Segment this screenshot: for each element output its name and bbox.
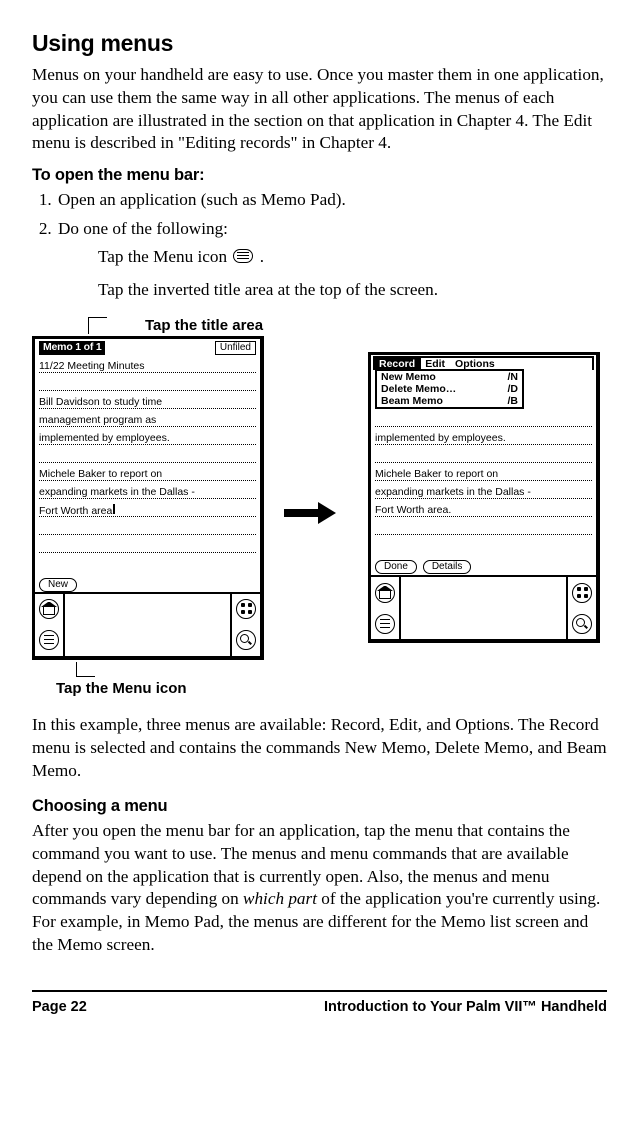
- memo-line[interactable]: [375, 540, 592, 552]
- apps-icon[interactable]: [236, 599, 256, 619]
- memo-line[interactable]: Bill Davidson to study time: [39, 396, 256, 409]
- subhead-choosing-menu: Choosing a menu: [32, 796, 607, 818]
- menu-icon: [233, 249, 253, 263]
- memo-line[interactable]: Fort Worth area: [39, 504, 256, 517]
- memo-line[interactable]: Michele Baker to report on: [39, 468, 256, 481]
- memo-line[interactable]: [375, 522, 592, 535]
- memo-titlebar[interactable]: Memo 1 of 1: [39, 341, 105, 355]
- done-button[interactable]: Done: [375, 560, 417, 574]
- step-2-text: Do one of the following:: [58, 219, 228, 238]
- figure-block: Tap the title area Memo 1 of 1 Unfiled 1…: [32, 316, 607, 699]
- step-1: Open an application (such as Memo Pad).: [56, 189, 607, 212]
- home-icon[interactable]: [375, 583, 395, 603]
- menu-item-label: New Memo: [381, 371, 436, 383]
- category-selector[interactable]: Unfiled: [215, 341, 256, 355]
- subhead-open-menu-bar: To open the menu bar:: [32, 165, 607, 187]
- menu-item-beam-memo[interactable]: Beam Memo /B: [377, 395, 522, 407]
- steps-list: Open an application (such as Memo Pad). …: [32, 189, 607, 302]
- example-paragraph: In this example, three menus are availab…: [32, 714, 607, 782]
- palm-screen-right: Record Edit Options New Memo /N Delete M…: [368, 352, 600, 643]
- choosing-paragraph: After you open the menu bar for an appli…: [32, 820, 607, 956]
- memo-line[interactable]: [39, 378, 256, 391]
- memo-line[interactable]: [39, 540, 256, 553]
- menu-item-shortcut: /B: [508, 395, 519, 407]
- memo-line[interactable]: [39, 450, 256, 463]
- callout-menu-icon: Tap the Menu icon: [32, 679, 607, 699]
- arrow-icon: [280, 472, 340, 524]
- memo-line[interactable]: [375, 450, 592, 463]
- memo-line-text: Fort Worth area: [39, 505, 112, 517]
- details-button[interactable]: Details: [423, 560, 472, 574]
- menu-edit[interactable]: Edit: [421, 358, 451, 370]
- menu-icon[interactable]: [375, 614, 395, 634]
- memo-line[interactable]: expanding markets in the Dallas -: [375, 486, 592, 499]
- memo-line[interactable]: [39, 558, 256, 570]
- find-icon[interactable]: [572, 614, 592, 634]
- callout-title-area: Tap the title area: [107, 316, 263, 336]
- menu-icon[interactable]: [39, 630, 59, 650]
- record-menu-dropdown: New Memo /N Delete Memo… /D Beam Memo /B: [375, 369, 524, 409]
- step-2: Do one of the following: Tap the Menu ic…: [56, 218, 607, 302]
- memo-line[interactable]: implemented by employees.: [39, 432, 256, 445]
- choosing-text-italic: which part: [243, 889, 317, 908]
- home-icon[interactable]: [39, 599, 59, 619]
- intro-paragraph: Menus on your handheld are easy to use. …: [32, 64, 607, 155]
- menu-item-label: Delete Memo…: [381, 383, 456, 395]
- substep-a-post: .: [260, 247, 264, 266]
- palm-screen-left: Memo 1 of 1 Unfiled 11/22 Meeting Minute…: [32, 336, 264, 660]
- substep-tap-menu-icon: Tap the Menu icon .: [98, 246, 607, 269]
- menu-item-label: Beam Memo: [381, 395, 443, 407]
- memo-line[interactable]: [375, 414, 592, 427]
- new-button[interactable]: New: [39, 578, 77, 592]
- page-title: Using menus: [32, 28, 607, 58]
- footer-page-number: Page 22: [32, 998, 87, 1017]
- graffiti-area[interactable]: [63, 594, 232, 656]
- menu-options[interactable]: Options: [451, 358, 501, 370]
- memo-line[interactable]: management program as: [39, 414, 256, 427]
- silkscreen-area: [35, 592, 260, 656]
- silkscreen-area: [371, 575, 596, 639]
- memo-line[interactable]: [39, 522, 256, 535]
- footer-chapter-title: Introduction to Your Palm VII™ Handheld: [324, 998, 607, 1017]
- menu-item-shortcut: /D: [508, 383, 519, 395]
- menu-bar: Record Edit Options: [375, 358, 592, 370]
- find-icon[interactable]: [236, 630, 256, 650]
- memo-line[interactable]: Michele Baker to report on: [375, 468, 592, 481]
- menu-item-delete-memo[interactable]: Delete Memo… /D: [377, 383, 522, 395]
- memo-line[interactable]: Fort Worth area.: [375, 504, 592, 517]
- memo-line[interactable]: expanding markets in the Dallas -: [39, 486, 256, 499]
- substep-a-pre: Tap the Menu icon: [98, 247, 231, 266]
- text-cursor: [113, 504, 115, 514]
- menu-record[interactable]: Record: [375, 358, 421, 370]
- memo-line[interactable]: 11/22 Meeting Minutes: [39, 360, 256, 373]
- apps-icon[interactable]: [572, 583, 592, 603]
- menu-item-new-memo[interactable]: New Memo /N: [377, 371, 522, 383]
- page-footer: Page 22 Introduction to Your Palm VII™ H…: [32, 990, 607, 1017]
- substep-tap-title-area: Tap the inverted title area at the top o…: [98, 279, 607, 302]
- menu-item-shortcut: /N: [508, 371, 519, 383]
- graffiti-area[interactable]: [399, 577, 568, 639]
- memo-line[interactable]: implemented by employees.: [375, 432, 592, 445]
